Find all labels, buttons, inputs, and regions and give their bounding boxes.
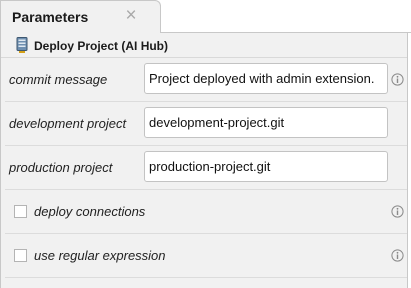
info-icon[interactable] <box>391 73 404 86</box>
server-icon <box>16 37 28 53</box>
field-row-development-project: development project <box>5 102 407 146</box>
production-project-label: production project <box>9 160 113 175</box>
panel-title: Deploy Project (AI Hub) <box>34 39 169 53</box>
commit-message-input[interactable] <box>144 63 388 94</box>
use-regular-expression-label: use regular expression <box>34 248 166 263</box>
info-icon[interactable] <box>391 249 404 262</box>
deploy-connections-label: deploy connections <box>34 204 146 219</box>
info-icon[interactable] <box>391 205 404 218</box>
tab-parameters[interactable]: Parameters × <box>0 0 161 33</box>
panel-header: Deploy Project (AI Hub) <box>1 33 407 58</box>
checkbox-row-deploy-connections: deploy connections <box>5 190 407 234</box>
field-row-production-project: production project <box>5 146 407 190</box>
parameters-panel: Deploy Project (AI Hub) commit message d… <box>0 33 408 288</box>
tab-label: Parameters <box>12 9 89 25</box>
commit-message-label: commit message <box>9 72 108 87</box>
use-regular-expression-checkbox[interactable] <box>14 249 27 262</box>
field-row-commit-message: commit message <box>5 58 407 102</box>
production-project-input[interactable] <box>144 151 388 182</box>
deploy-connections-checkbox[interactable] <box>14 205 27 218</box>
development-project-label: development project <box>9 116 127 131</box>
development-project-input[interactable] <box>144 107 388 138</box>
checkbox-row-use-regular-expression: use regular expression <box>5 234 407 278</box>
close-icon[interactable]: × <box>123 6 139 25</box>
tab-bar: Parameters × <box>0 0 411 33</box>
